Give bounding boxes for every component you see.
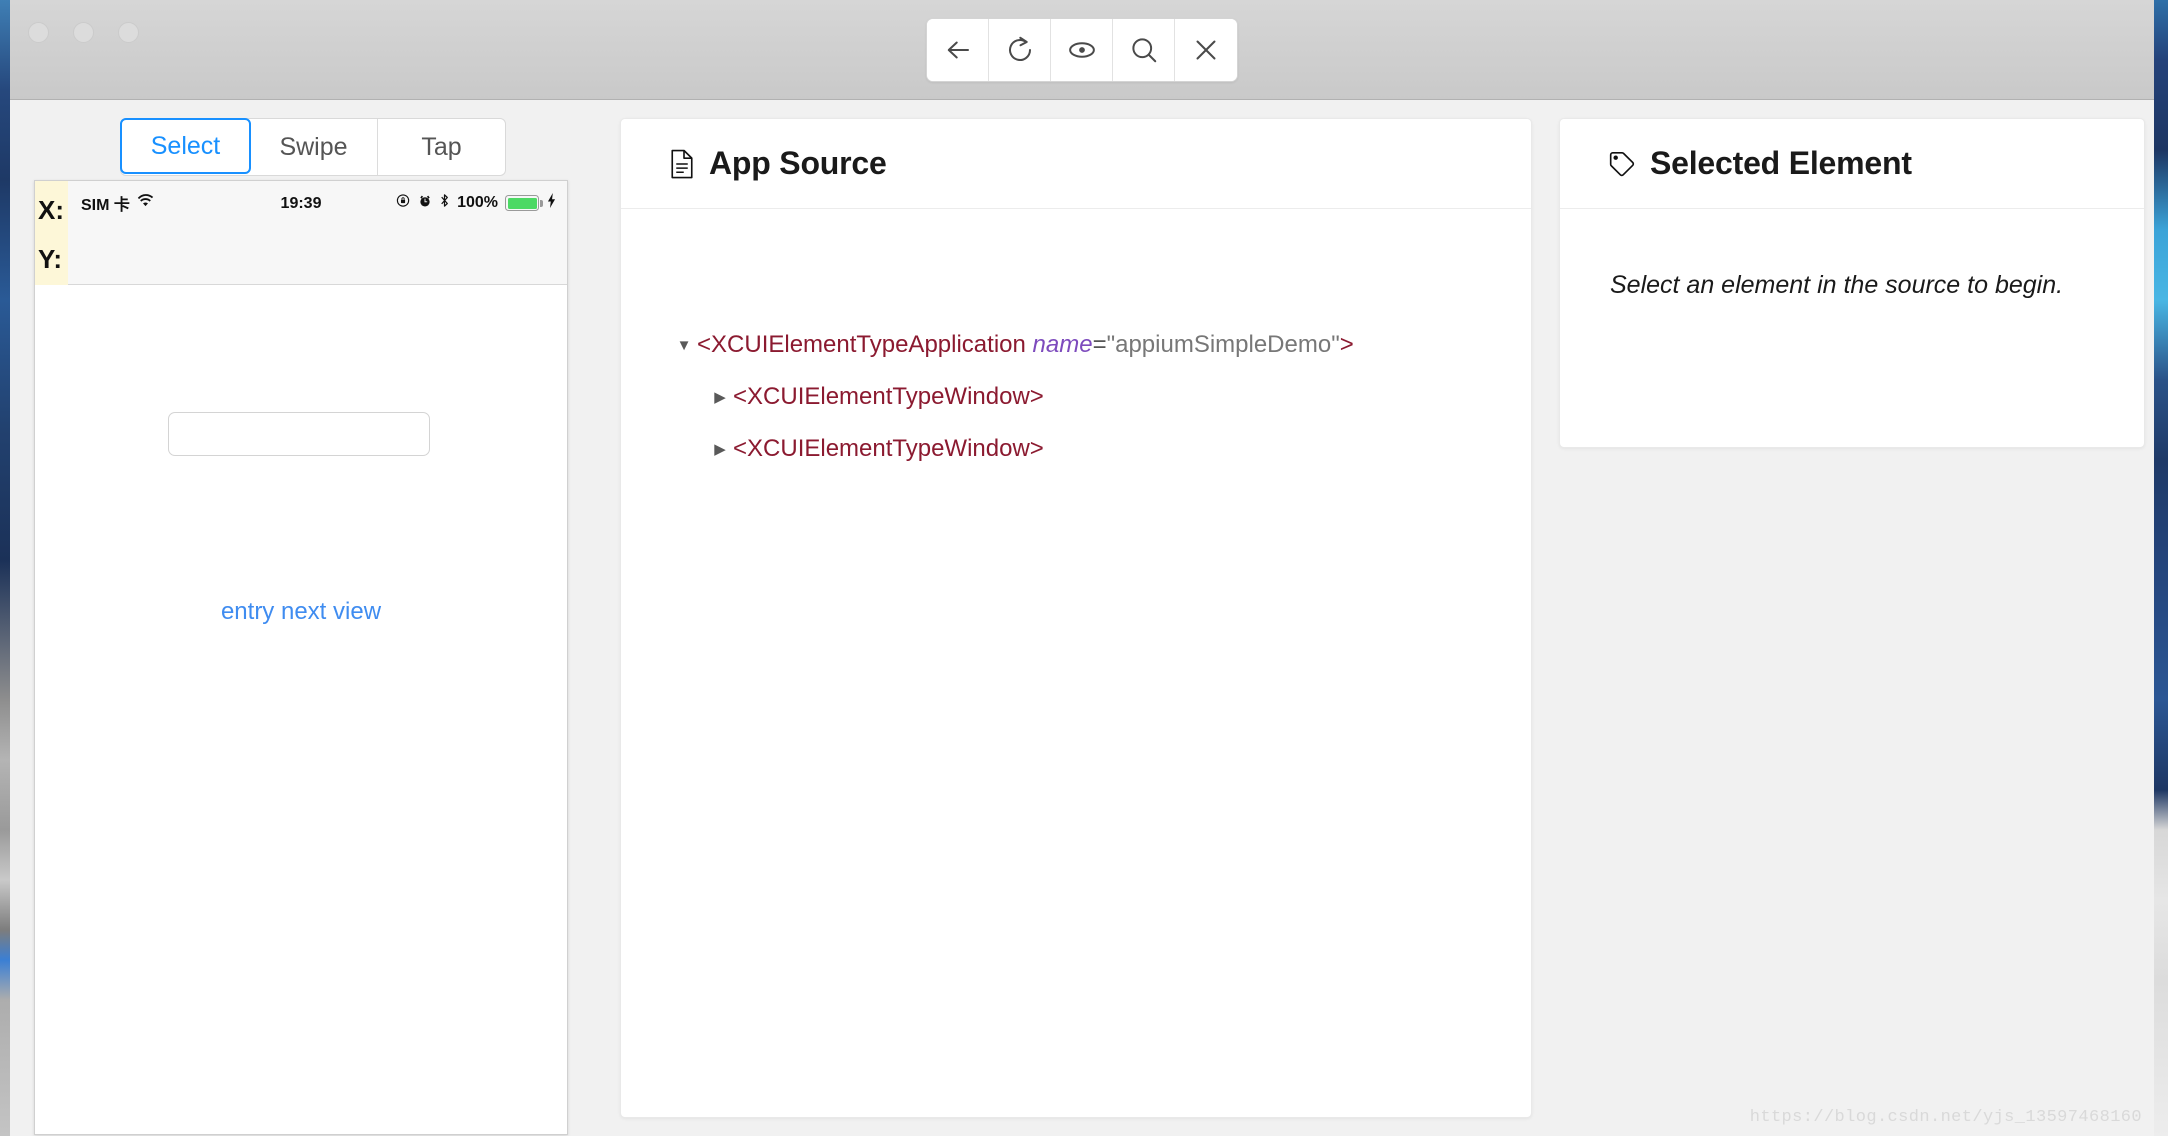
chevron-right-icon[interactable]: ▶ bbox=[707, 390, 733, 405]
tree-node-close-bracket: > bbox=[1339, 331, 1354, 358]
device-screenshot-frame[interactable]: SIM 卡 19:39 100% X: Y: entry next view bbox=[34, 180, 568, 1135]
watermark-text: https://blog.csdn.net/yjs_13597468160 bbox=[1749, 1108, 2142, 1127]
selected-element-body: Select an element in the source to begin… bbox=[1560, 209, 2144, 300]
battery-percent-label: 100% bbox=[457, 194, 498, 211]
window-titlebar bbox=[10, 0, 2154, 100]
coordinate-overlay: X: Y: bbox=[35, 181, 68, 285]
close-icon bbox=[1191, 35, 1221, 65]
arrow-left-icon bbox=[943, 35, 973, 65]
selected-element-title: Selected Element bbox=[1650, 145, 1912, 181]
device-screen-content[interactable]: entry next view bbox=[35, 285, 567, 1134]
desktop-left-edge bbox=[0, 0, 10, 1136]
bluetooth-icon bbox=[439, 193, 450, 213]
selected-element-placeholder: Select an element in the source to begin… bbox=[1610, 271, 2064, 299]
lightning-bolt-icon bbox=[546, 193, 557, 213]
appium-inspector-window: Select Swipe Tap SIM 卡 19:39 100% X: Y: … bbox=[10, 0, 2154, 1136]
alarm-clock-icon bbox=[418, 193, 432, 213]
tab-tap[interactable]: Tap bbox=[378, 119, 505, 175]
tree-node-close-bracket: > bbox=[1029, 383, 1044, 410]
minimize-window-button[interactable] bbox=[73, 22, 94, 43]
status-bar-right: 100% bbox=[396, 193, 557, 213]
coord-x-label: X: bbox=[38, 195, 64, 225]
selected-element-header: Selected Element bbox=[1560, 119, 2144, 209]
tree-node-tag: XCUIElementTypeApplication bbox=[711, 331, 1026, 358]
tab-tap-label: Tap bbox=[421, 132, 462, 161]
tree-node-application[interactable]: ▼ < XCUIElementTypeApplication name = "appi… bbox=[621, 319, 1531, 371]
app-source-header: App Source bbox=[621, 119, 1531, 209]
clock-label: 19:39 bbox=[280, 195, 322, 212]
tree-node-window-2[interactable]: ▶ < XCUIElementTypeWindow > bbox=[621, 423, 1531, 475]
rotation-lock-icon bbox=[396, 193, 411, 213]
search-button[interactable] bbox=[1113, 19, 1175, 81]
selected-element-panel: Selected Element Select an element in th… bbox=[1559, 118, 2145, 448]
status-bar-clock: 19:39 bbox=[281, 193, 322, 213]
eye-icon bbox=[1067, 35, 1097, 65]
battery-fill bbox=[507, 197, 537, 209]
tree-node-window-1[interactable]: ▶ < XCUIElementTypeWindow > bbox=[621, 371, 1531, 423]
tree-node-attr-name: name bbox=[1032, 331, 1093, 358]
chevron-down-icon[interactable]: ▼ bbox=[671, 338, 697, 353]
battery-icon bbox=[505, 195, 543, 211]
coord-y-label: Y: bbox=[38, 244, 63, 274]
tab-swipe[interactable]: Swipe bbox=[250, 119, 378, 175]
inspector-body: Select Swipe Tap SIM 卡 19:39 100% X: Y: … bbox=[10, 100, 2154, 1135]
tree-node-close-bracket: > bbox=[1029, 435, 1044, 462]
status-bar-left: SIM 卡 bbox=[81, 191, 154, 215]
tree-node-attr-value: "appiumSimpleDemo" bbox=[1106, 331, 1340, 358]
tree-node-attr-eq: = bbox=[1092, 331, 1107, 358]
inspector-toolbar bbox=[926, 18, 1238, 82]
carrier-label: SIM 卡 bbox=[81, 197, 130, 214]
device-column: Select Swipe Tap SIM 卡 19:39 100% X: Y: … bbox=[34, 118, 586, 1135]
back-button[interactable] bbox=[927, 19, 989, 81]
xml-source-tree: ▼ < XCUIElementTypeApplication name = "appi… bbox=[621, 209, 1531, 475]
tree-node-tag: XCUIElementTypeWindow bbox=[747, 435, 1030, 462]
demo-text-field[interactable] bbox=[168, 412, 430, 456]
wifi-icon bbox=[137, 193, 154, 213]
traffic-light-group bbox=[28, 22, 139, 43]
app-source-title: App Source bbox=[709, 145, 887, 181]
tree-node-open-bracket: < bbox=[733, 435, 748, 462]
close-session-button[interactable] bbox=[1175, 19, 1237, 81]
tree-node-open-bracket: < bbox=[697, 331, 712, 358]
document-icon bbox=[669, 149, 695, 179]
desktop-right-edge bbox=[2154, 0, 2168, 1136]
maximize-window-button[interactable] bbox=[118, 22, 139, 43]
refresh-icon bbox=[1005, 35, 1035, 65]
app-source-panel: App Source ▼ < XCUIElementTypeApplication… bbox=[620, 118, 1532, 1118]
tag-icon bbox=[1608, 150, 1636, 178]
close-window-button[interactable] bbox=[28, 22, 49, 43]
chevron-right-icon[interactable]: ▶ bbox=[707, 442, 733, 457]
interaction-mode-tabs: Select Swipe Tap bbox=[120, 118, 506, 176]
tab-select[interactable]: Select bbox=[120, 118, 251, 174]
ios-status-bar: SIM 卡 19:39 100% X: Y: bbox=[35, 181, 567, 285]
entry-next-view-link[interactable]: entry next view bbox=[35, 598, 567, 626]
tree-node-tag: XCUIElementTypeWindow bbox=[747, 383, 1030, 410]
search-icon bbox=[1129, 35, 1159, 65]
tree-node-open-bracket: < bbox=[733, 383, 748, 410]
ios-status-bar-row: SIM 卡 19:39 100% bbox=[35, 181, 567, 225]
inspect-button[interactable] bbox=[1051, 19, 1113, 81]
refresh-button[interactable] bbox=[989, 19, 1051, 81]
tab-swipe-label: Swipe bbox=[279, 132, 348, 161]
tab-select-label: Select bbox=[150, 131, 221, 160]
